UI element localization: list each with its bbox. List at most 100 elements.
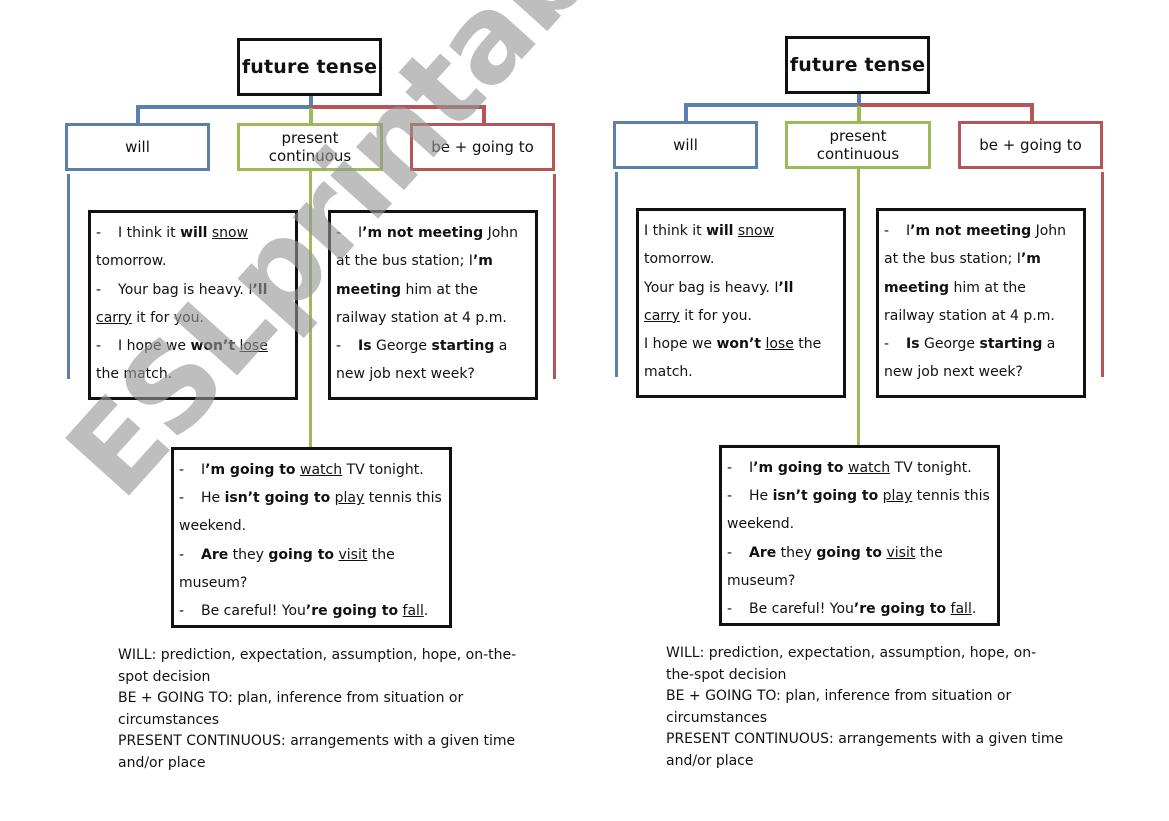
side-line	[615, 172, 618, 377]
text: I think it	[118, 225, 181, 241]
text: match.	[644, 364, 693, 381]
example-line: railway station at 4 p.m.	[884, 302, 1077, 330]
text: He	[201, 490, 225, 507]
text: John	[1031, 223, 1067, 239]
example-line: meeting him at the	[884, 274, 1077, 302]
underlined-verb: visit	[886, 544, 916, 561]
text: the match.	[96, 366, 173, 383]
bold-text: ’m	[1020, 251, 1041, 268]
text: He	[749, 488, 773, 505]
text: they	[776, 544, 817, 561]
example-line: weekend.	[727, 510, 991, 538]
diagram-title: future tense	[237, 38, 382, 96]
text: it for you.	[679, 307, 752, 324]
bullet-dash: -	[336, 225, 342, 241]
text: tomorrow.	[644, 251, 715, 268]
bold-text: starting	[431, 338, 495, 355]
will-examples-box: -I think it will snow tomorrow. - Your bag …	[88, 210, 298, 400]
example-line: - Be careful! You’re going to fall.	[727, 595, 991, 623]
will-examples-box: I think it will snow tomorrow. Your bag is…	[636, 208, 846, 398]
underlined-verb: watch	[300, 462, 343, 478]
example-line: -I think it will snow	[96, 219, 289, 247]
text: TV tonight.	[890, 460, 972, 476]
connector-line	[684, 103, 859, 107]
text: TV tonight.	[342, 462, 424, 478]
example-line: carry it for you.	[644, 302, 837, 330]
side-line	[553, 174, 556, 379]
example-line: -I hope we won’t lose	[96, 332, 289, 360]
bullet-dash: -	[179, 603, 185, 620]
going-to-examples-box: - I’m going to watch TV tonight. - He isn’t…	[171, 447, 452, 628]
text: Your bag is heavy. I	[644, 279, 779, 296]
example-line: - Your bag is heavy. I’ll	[96, 276, 289, 304]
text: the	[915, 544, 943, 561]
underlined-verb: play	[882, 488, 913, 505]
bold-text: ’m going to	[753, 460, 844, 476]
category-label-line: present	[281, 129, 339, 147]
text: I think it	[644, 223, 707, 239]
example-line: new job next week?	[884, 358, 1077, 386]
category-going-to: be + going to	[410, 123, 555, 171]
text: railway station at 4 p.m.	[884, 307, 1055, 324]
bold-text: isn’t going to	[772, 488, 879, 505]
usage-note-line: WILL: prediction, expectation, assumptio…	[118, 647, 517, 663]
bullet-dash: -	[96, 225, 102, 241]
bold-text: ’ll	[252, 281, 268, 298]
underlined-verb: fall	[950, 601, 972, 618]
connector-line	[859, 103, 1034, 107]
text: Your bag is heavy. I	[118, 281, 253, 298]
example-line: carry it for you.	[96, 304, 289, 332]
bullet-dash: -	[179, 490, 185, 507]
connector-line	[482, 105, 486, 125]
text: tomorrow.	[96, 253, 167, 270]
bold-text: starting	[979, 336, 1043, 353]
category-label-line: continuous	[816, 145, 900, 163]
example-line: Your bag is heavy. I’ll	[644, 274, 837, 302]
example-line: - Is George starting a	[336, 332, 529, 360]
bold-text: will	[706, 223, 734, 239]
underlined-verb: lose	[765, 336, 794, 353]
bold-text: meeting	[884, 279, 950, 296]
text: it for you.	[131, 309, 204, 326]
text: him at the	[401, 281, 478, 298]
bold-text: ’m not meeting	[910, 223, 1032, 239]
bullet-dash: -	[727, 544, 733, 561]
example-line: - I’m going to watch TV tonight.	[179, 456, 443, 484]
bullet-dash: -	[727, 601, 733, 618]
connector-line	[857, 169, 860, 446]
usage-note-line: spot decision	[118, 668, 211, 685]
bullet-dash: -	[727, 488, 733, 505]
bold-text: Is	[906, 336, 920, 353]
example-line: museum?	[179, 569, 443, 597]
text: him at the	[949, 279, 1026, 296]
example-line: new job next week?	[336, 360, 529, 388]
connector-line	[136, 105, 140, 125]
example-line: - I’m not meeting John	[336, 219, 529, 247]
bullet-dash: -	[96, 281, 102, 298]
present-continuous-examples-box: - I’m not meeting John at the bus station;…	[876, 208, 1086, 398]
usage-note-line: and/or place	[666, 752, 754, 769]
bullet-dash: -	[179, 546, 185, 563]
underlined-verb: carry	[96, 309, 132, 326]
bold-text: ’re going to	[853, 601, 947, 618]
underlined-verb: fall	[402, 603, 424, 620]
going-to-examples-box: - I’m going to watch TV tonight. - He isn’t…	[719, 445, 1000, 626]
text: railway station at 4 p.m.	[336, 309, 507, 326]
text: at the bus station; I	[884, 251, 1021, 268]
text: .	[423, 603, 429, 620]
bold-text: Is	[358, 338, 372, 355]
bold-text: going to	[268, 546, 335, 563]
text: John	[483, 225, 519, 241]
connector-line	[857, 106, 861, 121]
bold-text: won’t	[716, 336, 762, 353]
text: weekend.	[727, 516, 795, 533]
underlined-verb: watch	[848, 460, 891, 476]
category-present-continuous: present continuous	[237, 123, 383, 171]
underlined-verb: visit	[338, 546, 368, 563]
bullet-dash: -	[884, 223, 890, 239]
usage-note-line: BE + GOING TO: plan, inference from situ…	[666, 688, 1012, 704]
category-will: will	[65, 123, 210, 171]
example-line: - Is George starting a	[884, 330, 1077, 358]
bold-text: won’t	[190, 338, 236, 355]
text: weekend.	[179, 518, 247, 535]
